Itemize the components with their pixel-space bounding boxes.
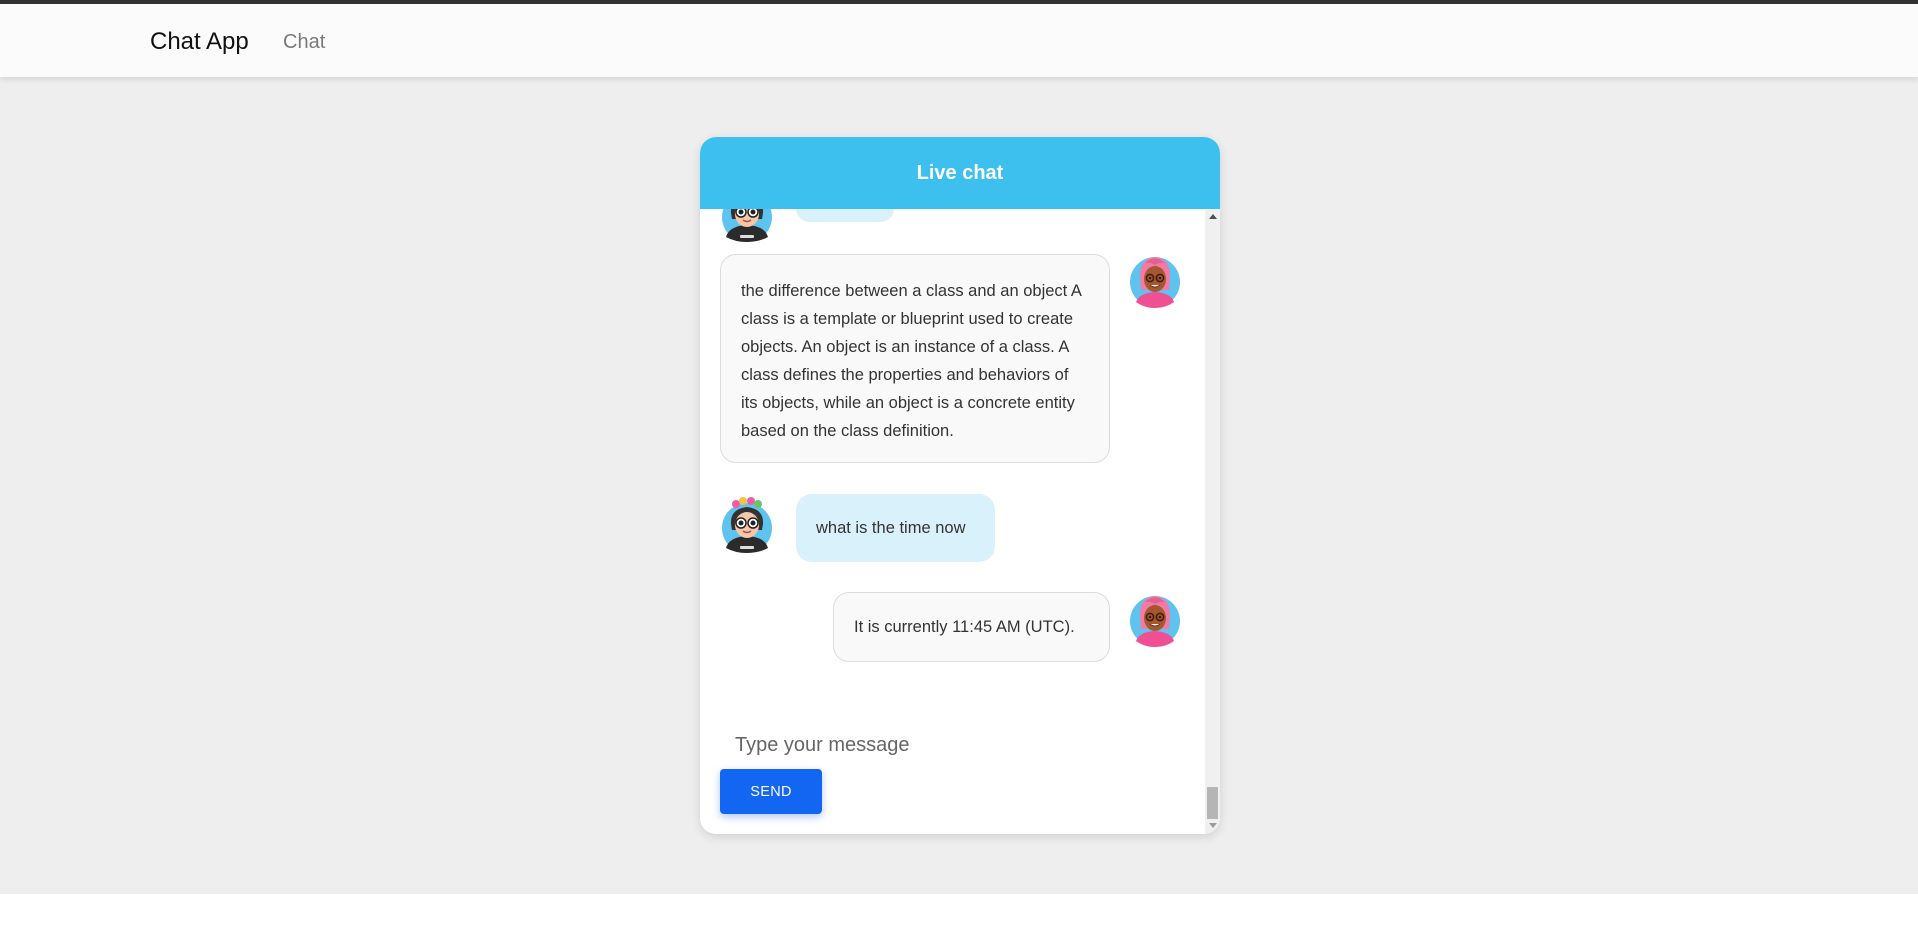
top-navbar: Chat App Chat (0, 4, 1918, 77)
user-avatar-icon (721, 494, 773, 554)
live-chat-card: Live chat the difference between a class… (700, 137, 1220, 834)
scroll-down-arrow-icon[interactable] (1209, 823, 1217, 828)
bot-avatar-icon (1129, 250, 1181, 310)
bot-message-text: the difference between a class and an ob… (741, 282, 1082, 440)
bot-message-bubble: the difference between a class and an ob… (720, 254, 1110, 463)
scrollbar-thumb[interactable] (1207, 787, 1218, 819)
user-message-text: what is the time now (816, 519, 966, 537)
brand-link[interactable]: Chat App (150, 28, 249, 56)
nav-link-chat[interactable]: Chat (283, 31, 325, 54)
chat-scrollbar[interactable] (1205, 209, 1220, 834)
chat-title: Live chat (916, 161, 1004, 184)
user-avatar-icon (721, 209, 773, 243)
send-button[interactable]: SEND (720, 769, 822, 814)
message-input[interactable] (720, 725, 1180, 765)
bot-avatar-icon (1129, 589, 1181, 649)
user-message-bubble (796, 209, 894, 222)
chat-header: Live chat (700, 137, 1220, 209)
chat-message-list[interactable]: the difference between a class and an ob… (700, 209, 1205, 834)
bot-message-bubble: It is currently 11:45 AM (UTC). (833, 592, 1110, 662)
bot-message-text: It is currently 11:45 AM (UTC). (854, 618, 1075, 636)
scroll-up-arrow-icon[interactable] (1209, 214, 1217, 219)
user-message-bubble: what is the time now (796, 494, 995, 562)
